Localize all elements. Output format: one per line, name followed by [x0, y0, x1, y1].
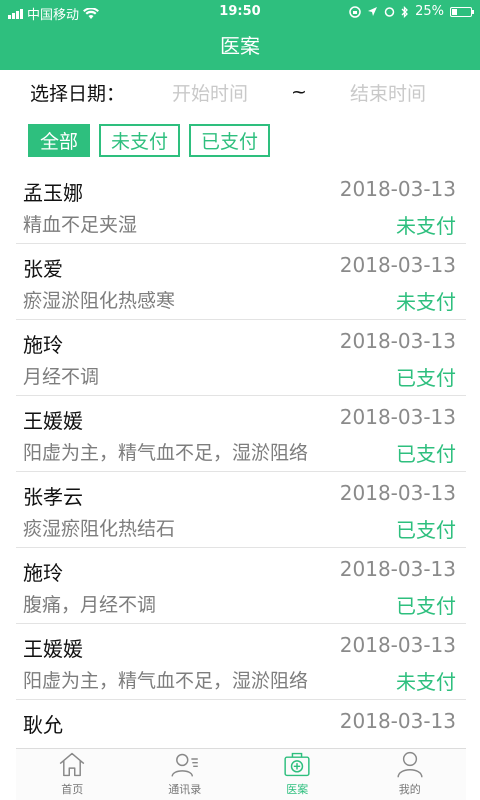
diagnosis-text: 瘀湿淤阻化热感寒 — [23, 290, 176, 312]
list-item[interactable]: 王媛媛 2018-03-13 阳虚为主，精气血不足，湿淤阻络 未支付 — [16, 624, 466, 700]
record-date: 2018-03-13 — [339, 557, 456, 581]
diagnosis-text: 腹痛，月经不调 — [23, 594, 157, 616]
list-item[interactable]: 张爱 2018-03-13 瘀湿淤阻化热感寒 未支付 — [16, 244, 466, 320]
diagnosis-text: 痰湿瘀阻化热结石 — [23, 518, 176, 540]
record-list: 孟玉娜 2018-03-13 精血不足夹湿 未支付 张爱 2018-03-13 … — [16, 168, 466, 748]
date-filter: 选择日期： 开始时间 ~ 结束时间 — [16, 70, 466, 114]
lock-rotation-icon — [349, 5, 361, 18]
battery-percent: 25% — [415, 4, 444, 19]
list-item[interactable]: 施玲 2018-03-13 月经不调 已支付 — [16, 320, 466, 396]
patient-name: 施玲 — [23, 561, 63, 585]
patient-name: 孟玉娜 — [23, 181, 83, 205]
tab-paid[interactable]: 已支付 — [189, 123, 271, 157]
patient-name: 施玲 — [23, 333, 63, 357]
patient-name: 王媛媛 — [23, 409, 83, 433]
battery-icon — [450, 6, 474, 17]
list-item[interactable]: 张孝云 2018-03-13 痰湿瘀阻化热结石 已支付 — [16, 472, 466, 548]
list-item[interactable]: 耿允 2018-03-13 — [16, 700, 466, 748]
top-bar: 中国移动 19:50 25% 医案 — [0, 0, 480, 70]
tabbar-label: 医案 — [286, 783, 309, 796]
location-icon — [368, 7, 378, 16]
tabbar-item-contacts[interactable]: 通讯录 — [129, 749, 242, 800]
date-separator: ~ — [291, 81, 307, 103]
bottom-tab-bar: 首页 通讯录 医案 我的 — [16, 748, 466, 800]
record-date: 2018-03-13 — [339, 329, 456, 353]
tab-unpaid[interactable]: 未支付 — [99, 123, 181, 157]
patient-name: 王媛媛 — [23, 637, 83, 661]
medical-kit-icon — [284, 752, 310, 777]
tabbar-item-home[interactable]: 首页 — [16, 749, 129, 800]
list-item[interactable]: 王媛媛 2018-03-13 阳虚为主，精气血不足，湿淤阻络 已支付 — [16, 396, 466, 472]
record-date: 2018-03-13 — [339, 481, 456, 505]
start-date-input[interactable]: 开始时间 — [150, 79, 270, 106]
record-date: 2018-03-13 — [339, 253, 456, 277]
status-bar: 中国移动 19:50 25% — [0, 0, 480, 24]
battery-fill — [452, 8, 457, 15]
app-screen: 中国移动 19:50 25% 医案 选择日期： 开始时间 ~ 结束时间 全部 未… — [0, 0, 480, 800]
diagnosis-text: 阳虚为主，精气血不足，湿淤阻络 — [23, 442, 309, 464]
end-date-input[interactable]: 结束时间 — [328, 79, 448, 106]
record-date: 2018-03-13 — [339, 405, 456, 429]
patient-name: 张孝云 — [23, 485, 83, 509]
payment-status: 未支付 — [396, 670, 456, 694]
patient-name: 耿允 — [23, 713, 63, 737]
tabbar-item-medical-records[interactable]: 医案 — [241, 749, 354, 800]
diagnosis-text: 精血不足夹湿 — [23, 214, 138, 236]
payment-status: 已支付 — [396, 594, 456, 618]
record-date: 2018-03-13 — [339, 709, 456, 733]
bluetooth-icon — [401, 5, 409, 18]
tabbar-label: 首页 — [61, 783, 84, 796]
tab-all[interactable]: 全部 — [28, 123, 91, 157]
page-title: 医案 — [220, 34, 260, 58]
home-icon — [59, 752, 85, 777]
alarm-icon — [384, 7, 395, 17]
date-filter-label: 选择日期： — [30, 82, 126, 105]
payment-status: 未支付 — [396, 290, 456, 314]
diagnosis-text: 月经不调 — [23, 366, 100, 388]
patient-name: 张爱 — [23, 257, 63, 281]
tabbar-label: 通讯录 — [168, 783, 202, 796]
payment-status: 已支付 — [396, 518, 456, 542]
record-date: 2018-03-13 — [339, 177, 456, 201]
tabbar-label: 我的 — [398, 783, 421, 796]
tabbar-item-me[interactable]: 我的 — [354, 749, 467, 800]
payment-status: 未支付 — [396, 214, 456, 238]
diagnosis-text: 阳虚为主，精气血不足，湿淤阻络 — [23, 670, 309, 692]
user-icon — [397, 751, 423, 778]
list-item[interactable]: 施玲 2018-03-13 腹痛，月经不调 已支付 — [16, 548, 466, 624]
list-item[interactable]: 孟玉娜 2018-03-13 精血不足夹湿 未支付 — [16, 168, 466, 244]
payment-status: 已支付 — [396, 442, 456, 466]
payment-filter-tabs: 全部 未支付 已支付 — [16, 114, 466, 166]
payment-status: 已支付 — [396, 366, 456, 390]
contacts-icon — [171, 753, 198, 777]
status-right: 25% — [349, 4, 474, 19]
record-date: 2018-03-13 — [339, 633, 456, 657]
